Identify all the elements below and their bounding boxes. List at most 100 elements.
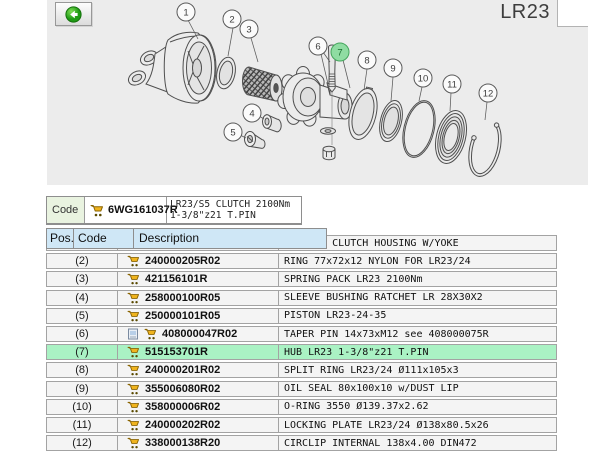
table-row[interactable]: (10) 358000006R02 O-RING 3550 Ø139.37x2.…: [46, 399, 557, 415]
row-code-cell: 338000138R20: [118, 436, 279, 450]
part-code[interactable]: 355006080R02: [145, 383, 220, 395]
callout-2[interactable]: 2: [223, 10, 241, 28]
table-row[interactable]: (5) 250000101R05 PISTON LR23-24-35: [46, 308, 557, 324]
table-row[interactable]: (6) 408000047R02 TAPER PIN 14x73xM12 see…: [46, 326, 557, 342]
part-code[interactable]: 408000047R02: [162, 328, 237, 340]
part-code[interactable]: 338000138R20: [145, 437, 220, 449]
row-code-cell: 515153701R: [118, 345, 279, 359]
table-row[interactable]: (2) 240000205R02 RING 77x72x12 NYLON FOR…: [46, 253, 557, 269]
add-to-cart-icon[interactable]: [144, 328, 157, 340]
part-description: SLEEVE BUSHING RATCHET LR 28X30X2: [279, 291, 556, 305]
table-row[interactable]: (4) 258000100R05 SLEEVE BUSHING RATCHET …: [46, 290, 557, 306]
row-code-cell: 240000201R02: [118, 363, 279, 377]
callout-number: 7: [337, 47, 342, 58]
attachment-icon[interactable]: [127, 328, 139, 340]
add-to-cart-icon[interactable]: [90, 204, 104, 217]
callout-9[interactable]: 9: [384, 59, 402, 77]
add-to-cart-icon[interactable]: [127, 419, 140, 431]
callout-number: 1: [183, 7, 188, 18]
callout-number: 10: [418, 73, 429, 84]
callout-number: 9: [390, 63, 395, 74]
callout-number: 4: [249, 108, 254, 119]
part-description: CIRCLIP INTERNAL 138x4.00 DIN472: [279, 436, 556, 450]
row-position: (4): [47, 291, 118, 305]
part-code[interactable]: 250000101R05: [145, 310, 220, 322]
part-code[interactable]: 421156101R: [145, 273, 207, 285]
callout-7[interactable]: 7: [331, 43, 349, 61]
row-position: (10): [47, 400, 118, 414]
add-to-cart-icon[interactable]: [127, 273, 140, 285]
callout-3[interactable]: 3: [240, 20, 258, 38]
selected-part-description: LR23/S5 CLUTCH 2100Nm 1-3/8"z21 T.PIN: [167, 197, 301, 223]
part-description: TAPER PIN 14x73xM12 see 408000075R: [279, 327, 556, 341]
back-button[interactable]: [55, 2, 92, 26]
part-description: HUB LR23 1-3/8"z21 T.PIN: [279, 345, 556, 359]
callout-number: 8: [364, 55, 369, 66]
panel-corner-notch: [557, 0, 588, 27]
callout-11[interactable]: 11: [443, 75, 461, 93]
part-description: O-RING 3550 Ø139.37x2.62: [279, 400, 556, 414]
page-title: LR23: [500, 1, 550, 24]
table-header: Pos. Code Description: [46, 228, 327, 249]
callout-number: 5: [230, 127, 235, 138]
part-description: LOCKING PLATE LR23/24 Ø138x80.5x26: [279, 418, 556, 432]
add-to-cart-icon[interactable]: [127, 383, 140, 395]
part-description: SPLIT RING LR23/24 Ø111x105x3: [279, 363, 556, 377]
exploded-view-drawing: 123456789101112: [47, 0, 588, 185]
part-code[interactable]: 515153701R: [145, 346, 208, 358]
part-code[interactable]: 240000202R02: [145, 419, 220, 431]
callout-number: 12: [483, 88, 494, 99]
row-code-cell: 250000101R05: [118, 309, 279, 323]
table-row[interactable]: (9) 355006080R02 OIL SEAL 80x100x10 w/DU…: [46, 381, 557, 397]
row-code-cell: 355006080R02: [118, 382, 279, 396]
code-label: Code: [47, 197, 85, 223]
part-code[interactable]: 240000201R02: [145, 364, 220, 376]
table-row[interactable]: (7) 515153701R HUB LR23 1-3/8"z21 T.PIN: [46, 344, 557, 360]
table-row[interactable]: (3) 421156101R SPRING PACK LR23 2100Nm: [46, 271, 557, 287]
add-to-cart-icon[interactable]: [127, 346, 140, 358]
callout-number: 3: [246, 24, 251, 35]
exploded-diagram-panel: 123456789101112 LR23: [47, 0, 588, 185]
part-description: RING 77x72x12 NYLON FOR LR23/24: [279, 254, 556, 268]
callout-number: 2: [229, 14, 234, 25]
callout-number: 11: [447, 79, 457, 90]
part-code[interactable]: 258000100R05: [145, 292, 220, 304]
callout-number: 6: [315, 41, 320, 52]
row-position: (8): [47, 363, 118, 377]
selected-part-box: Code 6WG161037R LR23/S5 CLUTCH 2100Nm 1-…: [46, 196, 302, 225]
add-to-cart-icon[interactable]: [127, 292, 140, 304]
row-position: (6): [47, 327, 118, 341]
part-description: OIL SEAL 80x100x10 w/DUST LIP: [279, 382, 556, 396]
add-to-cart-icon[interactable]: [127, 401, 140, 413]
row-code-cell: 258000100R05: [118, 291, 279, 305]
callout-6[interactable]: 6: [309, 37, 327, 55]
row-code-cell: 421156101R: [118, 272, 279, 286]
add-to-cart-icon[interactable]: [127, 310, 140, 322]
header-code: Code: [74, 229, 134, 248]
row-position: (9): [47, 382, 118, 396]
row-position: (11): [47, 418, 118, 432]
callout-12[interactable]: 12: [479, 84, 497, 102]
add-to-cart-icon[interactable]: [127, 437, 140, 449]
table-row[interactable]: (12) 338000138R20 CIRCLIP INTERNAL 138x4…: [46, 435, 557, 451]
callout-1[interactable]: 1: [177, 3, 195, 21]
row-position: (2): [47, 254, 118, 268]
table-row[interactable]: (8) 240000201R02 SPLIT RING LR23/24 Ø111…: [46, 362, 557, 378]
callout-4[interactable]: 4: [243, 104, 261, 122]
add-to-cart-icon[interactable]: [127, 364, 140, 376]
row-position: (12): [47, 436, 118, 450]
row-position: (3): [47, 272, 118, 286]
callout-10[interactable]: 10: [414, 69, 432, 87]
row-position: (5): [47, 309, 118, 323]
part-description: SPRING PACK LR23 2100Nm: [279, 272, 556, 286]
callout-5[interactable]: 5: [224, 123, 242, 141]
part-description: PISTON LR23-24-35: [279, 309, 556, 323]
callout-8[interactable]: 8: [358, 51, 376, 69]
part-code[interactable]: 240000205R02: [145, 255, 220, 267]
add-to-cart-icon[interactable]: [127, 255, 140, 267]
table-row[interactable]: (11) 240000202R02 LOCKING PLATE LR23/24 …: [46, 417, 557, 433]
back-icon: [65, 6, 82, 23]
part-code[interactable]: 358000006R02: [145, 401, 220, 413]
row-code-cell: 408000047R02: [118, 327, 279, 341]
row-code-cell: 240000202R02: [118, 418, 279, 432]
